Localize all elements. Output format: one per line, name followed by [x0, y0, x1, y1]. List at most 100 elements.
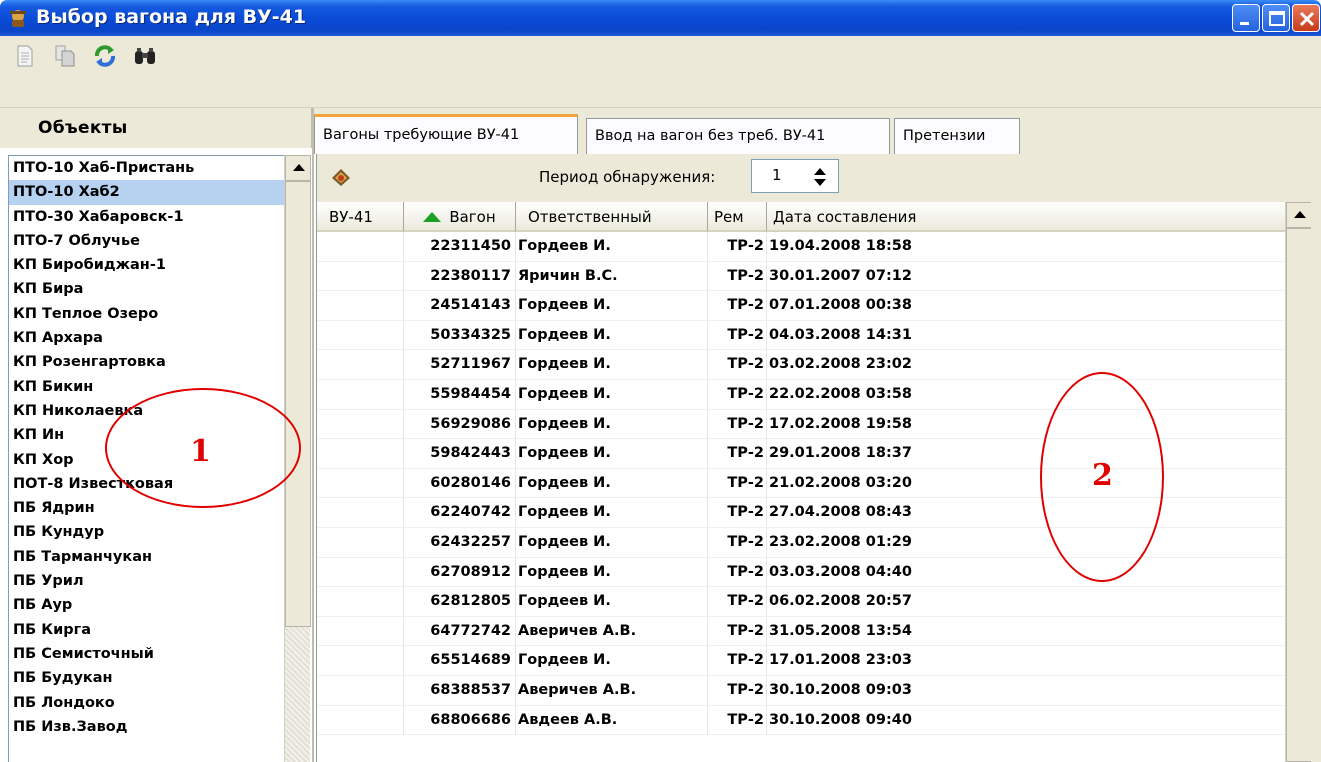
cell-vagon: 62708912 [404, 557, 516, 587]
tab-input-without-requirement[interactable]: Ввод на вагон без треб. ВУ-41 [586, 118, 890, 154]
scroll-thumb[interactable] [285, 181, 311, 627]
cell-vu41 [317, 705, 404, 735]
object-list-item[interactable]: ПБ Будукан [9, 666, 284, 690]
cell-repair: ТР-2 [708, 291, 767, 321]
cell-repair: ТР-2 [708, 498, 767, 528]
cell-responsible: Гордеев И. [516, 320, 708, 350]
grid-scrollbar[interactable] [1285, 202, 1312, 762]
splitter[interactable] [312, 108, 314, 762]
object-list-item[interactable]: КП Биробиджан-1 [9, 253, 284, 277]
table-row[interactable]: 64772742 Аверичев А.В. ТР-2 31.05.2008 13:5… [317, 616, 1285, 647]
cell-date: 06.02.2008 20:57 [769, 593, 912, 610]
cell-repair: ТР-2 [708, 616, 767, 646]
table-row[interactable]: 52711967 Гордеев И. ТР-2 03.02.2008 23:02 [317, 350, 1285, 380]
table-row[interactable]: 22311450 Гордеев И. ТР-2 19.04.2008 18:58 [317, 232, 1285, 262]
search-button[interactable] [132, 43, 158, 69]
cell-vagon: 65514689 [404, 646, 516, 676]
cell-vagon: 62240742 [404, 498, 516, 528]
cell-vu41 [317, 557, 404, 587]
object-list-item[interactable]: ПБ Кирга [9, 618, 284, 642]
object-list-item[interactable]: КП Архара [9, 326, 284, 350]
cell-date: 03.02.2008 23:02 [769, 356, 912, 373]
object-list-item[interactable]: ПТО-10 Хаб2 [9, 180, 284, 205]
cell-responsible: Гордеев И. [516, 468, 708, 498]
cell-date: 29.01.2008 18:37 [769, 445, 912, 462]
wagon-action-icon[interactable] [329, 164, 353, 188]
cell-responsible: Яричин В.С. [516, 261, 708, 291]
cell-vu41 [317, 232, 404, 261]
tab-claims[interactable]: Претензии [894, 118, 1020, 154]
arrow-up-icon [1294, 211, 1306, 218]
cell-responsible: Гордеев И. [516, 232, 708, 261]
column-header-repair[interactable]: Рем [708, 202, 767, 232]
cell-date: 19.04.2008 18:58 [769, 238, 912, 254]
object-list-item[interactable]: ПБ Урил [9, 569, 284, 593]
column-header-vagon[interactable]: Вагон [404, 202, 516, 232]
cell-responsible: Гордеев И. [516, 291, 708, 321]
period-spinner[interactable]: 1 [751, 159, 839, 193]
column-header-date[interactable]: Дата составления [767, 202, 1285, 232]
cell-date: 22.02.2008 03:58 [769, 385, 912, 402]
cell-vu41 [317, 616, 404, 646]
maximize-button[interactable] [1262, 4, 1290, 32]
minimize-button[interactable] [1232, 4, 1260, 32]
cell-repair: ТР-2 [708, 350, 767, 380]
object-list-item[interactable]: ПТО-30 Хабаровск-1 [9, 205, 284, 229]
spin-up-icon[interactable] [814, 168, 826, 175]
table-row[interactable]: 65514689 Гордеев И. ТР-2 17.01.2008 23:03 [317, 646, 1285, 676]
new-document-button[interactable] [12, 43, 38, 69]
table-row[interactable]: 50334325 Гордеев И. ТР-2 04.03.2008 14:31 [317, 320, 1285, 351]
table-row[interactable]: 62812805 Гордеев И. ТР-2 06.02.2008 20:57 [317, 587, 1285, 617]
minimize-icon [1240, 22, 1249, 25]
cell-repair: ТР-2 [708, 232, 767, 261]
column-header-vu41[interactable]: ВУ-41 [317, 202, 404, 232]
cell-responsible: Гордеев И. [516, 350, 708, 380]
object-list-item[interactable]: КП Теплое Озеро [9, 302, 284, 326]
spin-down-icon[interactable] [814, 179, 826, 186]
table-row[interactable]: 62708912 Гордеев И. ТР-2 03.03.2008 04:40 [317, 557, 1285, 588]
cell-responsible: Гордеев И. [516, 409, 708, 439]
copy-icon [55, 45, 75, 67]
table-row[interactable]: 68806686 Авдеев А.В. ТР-2 30.10.2008 09:40 [317, 705, 1285, 736]
cell-repair: ТР-2 [708, 468, 767, 498]
object-list-item[interactable]: КП Розенгартовка [9, 350, 284, 374]
tab-wagons-requiring[interactable]: Вагоны требующие ВУ-41 [314, 114, 578, 154]
object-list-item[interactable]: ПБ Тарманчукан [9, 545, 284, 569]
cell-vagon: 64772742 [404, 616, 516, 646]
period-label: Период обнаружения: [539, 168, 716, 186]
table-row[interactable]: 22380117 Яричин В.С. ТР-2 30.01.2007 07:12 [317, 261, 1285, 292]
grid-scroll-up-button[interactable] [1286, 202, 1312, 228]
table-row[interactable]: 24514143 Гордеев И. ТР-2 07.01.2008 00:38 [317, 291, 1285, 321]
scroll-up-button[interactable] [285, 155, 311, 181]
cell-vagon: 68388537 [404, 675, 516, 705]
close-icon [1299, 11, 1315, 27]
object-list-item[interactable]: ПТО-10 Хаб-Пристань [9, 156, 284, 180]
window-title: Выбор вагона для ВУ-41 [36, 6, 307, 28]
cell-repair: ТР-2 [708, 320, 767, 350]
grid-scroll-thumb[interactable] [1286, 228, 1312, 762]
cell-responsible: Аверичев А.В. [516, 616, 708, 646]
cell-vu41 [317, 527, 404, 557]
object-list-item[interactable]: ПБ Аур [9, 593, 284, 617]
column-header-responsible[interactable]: Ответственный [516, 202, 708, 232]
cell-vu41 [317, 646, 404, 676]
cell-date: 30.10.2008 09:03 [769, 681, 912, 698]
object-list-item[interactable]: КП Бира [9, 277, 284, 301]
object-list-item[interactable]: ПБ Кундур [9, 520, 284, 544]
cell-responsible: Авдеев А.В. [516, 705, 708, 735]
object-list-item[interactable]: ПБ Семисточный [9, 642, 284, 666]
refresh-button[interactable] [92, 43, 118, 69]
object-list-item[interactable]: ПБ Изв.Завод [9, 715, 284, 739]
cell-date: 30.01.2007 07:12 [769, 267, 912, 284]
close-button[interactable] [1292, 4, 1320, 32]
table-row[interactable]: 68388537 Аверичев А.В. ТР-2 30.10.2008 09:0… [317, 675, 1285, 706]
object-list-item[interactable]: ПБ Лондоко [9, 691, 284, 715]
cell-responsible: Гордеев И. [516, 557, 708, 587]
column-header-vagon-label: Вагон [449, 208, 496, 226]
object-list-item[interactable]: ПТО-7 Облучье [9, 229, 284, 253]
cell-responsible: Аверичев А.В. [516, 675, 708, 705]
copy-button[interactable] [52, 43, 78, 69]
toolbar [0, 36, 1321, 108]
cell-date: 27.04.2008 08:43 [769, 504, 912, 521]
cell-vagon: 22380117 [404, 261, 516, 291]
